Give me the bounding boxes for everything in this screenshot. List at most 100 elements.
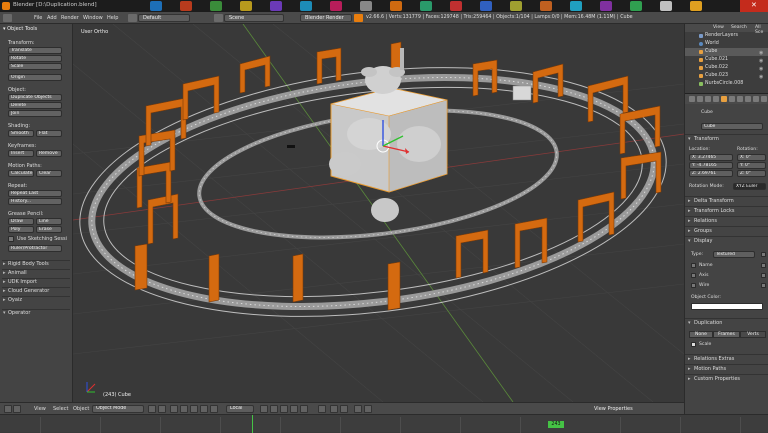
object-tab-icon[interactable] [721,96,727,102]
layer-button-icon[interactable] [300,405,308,413]
object-tools-header[interactable]: ▾ Object Tools [3,26,37,32]
rotation-x-field[interactable]: X: 0° [737,154,766,161]
rotate-button[interactable]: Rotate [8,55,62,62]
relations-extras-panel[interactable]: Relations Extras [685,354,768,363]
oyaiz-panel[interactable]: Oyaiz [2,296,70,304]
menu-render[interactable]: Render [61,15,79,21]
join-button[interactable]: Join [8,110,62,117]
relations-panel[interactable]: Relations [685,216,768,225]
erase-button[interactable]: Erase [36,226,62,233]
render-engine-select[interactable]: Blender Render [300,14,352,22]
current-frame-indicator[interactable]: 243 [548,421,564,428]
opengl-animation-icon[interactable] [364,405,372,413]
menu-view[interactable]: View [34,406,46,412]
menu-object[interactable]: Object [73,406,89,412]
delete-button[interactable]: Delete [8,102,62,109]
menu-help[interactable]: Help [107,15,118,21]
rotate-manipulator-icon[interactable] [190,405,198,413]
display-option-checkbox[interactable] [761,263,766,268]
transform-panel-header[interactable]: Transform [685,134,768,143]
rotation-z-field[interactable]: Z: 0° [737,170,766,177]
taskbar-app-icon[interactable] [180,1,192,11]
taskbar-app-icon[interactable] [540,1,552,11]
location-x-field[interactable]: X: 3.27465 [689,154,733,161]
snap-target-icon[interactable] [340,405,348,413]
taskbar-app-icon[interactable] [480,1,492,11]
transform-orientation-select[interactable]: Local [226,405,254,413]
modifiers-tab-icon[interactable] [737,96,743,102]
orientation-icon[interactable] [210,405,218,413]
scene-canvas[interactable] [73,24,684,402]
layers-tab-icon[interactable] [697,96,703,102]
taskbar-app-icon[interactable] [570,1,582,11]
lock-icon[interactable] [318,405,326,413]
outliner-item[interactable]: Cube.022 ◉ [685,64,768,72]
repeat-last-button[interactable]: Repeat Last [8,190,62,197]
display-option-checkbox[interactable] [761,273,766,278]
outliner-view-menu[interactable]: View [713,25,724,30]
display-option-checkbox[interactable] [761,283,766,288]
taskbar-app-icon[interactable] [330,1,342,11]
scale-button[interactable]: Scale [8,63,62,70]
taskbar-app-icon[interactable] [300,1,312,11]
rotation-mode-select[interactable]: XYZ Euler [733,183,766,190]
viewport-shading-icon[interactable] [148,405,156,413]
duplication-panel-header[interactable]: Duplication [685,318,768,327]
delta-transform-panel[interactable]: Delta Transform [685,196,768,205]
custom-properties-panel[interactable]: Custom Properties [685,374,768,383]
taskbar-app-icon[interactable] [360,1,372,11]
remove-keyframe-button[interactable]: Remove [36,150,62,157]
ruler-protractor-button[interactable]: Ruler/Protractor [8,245,62,252]
manipulator-toggle-icon[interactable] [170,405,178,413]
insert-keyframe-button[interactable]: Insert [8,150,34,157]
outliner-item[interactable]: World [685,40,768,48]
smooth-button[interactable]: Smooth [8,130,34,137]
outliner-item[interactable]: NurbsCircle.008 [685,80,768,88]
display-type-select[interactable]: Textured [713,251,755,258]
menu-window[interactable]: Window [83,15,103,21]
display-panel-header[interactable]: Display [685,236,768,245]
taskbar-app-icon[interactable] [450,1,462,11]
scale-checkbox[interactable] [691,342,696,347]
menu-toggle-icon[interactable] [13,405,21,413]
outliner-search-menu[interactable]: Search [731,25,747,30]
scene-tab-icon[interactable] [705,96,711,102]
axis-checkbox[interactable] [691,273,696,278]
taskbar-app-icon[interactable] [630,1,642,11]
3d-viewport[interactable]: User Ortho (243) Cube [73,24,684,402]
duplication-verts-tab[interactable]: Verts [740,331,766,338]
close-button[interactable]: ✕ [740,0,768,12]
taskbar-app-icon[interactable] [210,1,222,11]
taskbar-app-icon[interactable] [270,1,282,11]
screen-layout-icon[interactable] [128,14,137,22]
taskbar-app-icon[interactable] [510,1,522,11]
poly-button[interactable]: Poly [8,226,34,233]
object-color-swatch[interactable] [691,303,763,310]
scene-icon[interactable] [214,14,223,22]
flat-button[interactable]: Flat [36,130,62,137]
duplication-frames-tab[interactable]: Frames [713,331,740,338]
menu-select[interactable]: Select [53,406,68,412]
motion-paths-panel[interactable]: Motion Paths [685,364,768,373]
material-tab-icon[interactable] [753,96,759,102]
location-z-field[interactable]: Z: 2.69761 [689,170,733,177]
location-y-field[interactable]: Y: -4.78165 [689,162,733,169]
outliner-item[interactable]: Cube ◉ [685,48,768,56]
outliner-item[interactable]: Cube.023 ◉ [685,72,768,80]
layer-button-icon[interactable] [290,405,298,413]
line-button[interactable]: Line [36,218,62,225]
opengl-render-icon[interactable] [354,405,362,413]
origin-button[interactable]: Origin [8,74,62,81]
render-tab-icon[interactable] [689,96,695,102]
name-checkbox[interactable] [691,263,696,268]
snap-icon[interactable] [330,405,338,413]
groups-panel[interactable]: Groups [685,226,768,235]
layer-button-icon[interactable] [270,405,278,413]
taskbar-app-icon[interactable] [420,1,432,11]
outliner-item[interactable]: RenderLayers [685,32,768,40]
history-button[interactable]: History... [8,198,62,205]
draw-button[interactable]: Draw [8,218,34,225]
sketching-checkbox[interactable] [8,236,14,242]
translate-button[interactable]: Translate [8,47,62,54]
transform-locks-panel[interactable]: Transform Locks [685,206,768,215]
